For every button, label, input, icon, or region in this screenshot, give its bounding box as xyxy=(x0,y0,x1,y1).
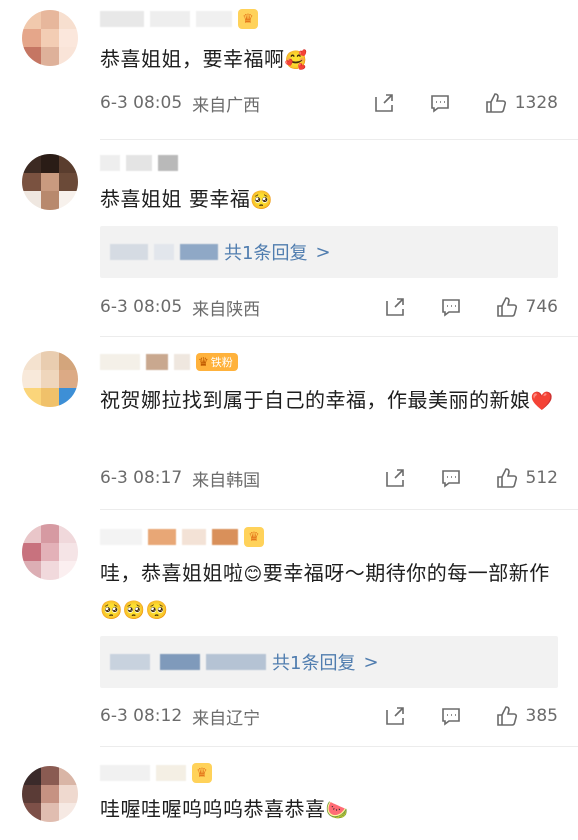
username[interactable]: ♛ xyxy=(100,526,264,548)
username-blurred xyxy=(156,765,186,781)
avatar[interactable] xyxy=(22,154,78,210)
username-blurred xyxy=(100,765,150,781)
comment-button[interactable] xyxy=(440,467,462,489)
comment-meta: 6-3 08:05 来自陕西 746 xyxy=(100,294,558,320)
crown-icon: ♛ xyxy=(192,763,212,783)
username-blurred xyxy=(150,11,190,27)
comment-location: 来自陕西 xyxy=(192,299,261,320)
comment-location: 来自韩国 xyxy=(192,470,261,491)
comment-date: 6-3 08:17 xyxy=(100,468,183,488)
comment-location: 来自辽宁 xyxy=(192,708,261,729)
share-button[interactable] xyxy=(384,705,406,727)
avatar[interactable] xyxy=(22,351,78,407)
username-blurred xyxy=(174,354,190,370)
share-icon xyxy=(385,707,404,725)
share-button[interactable] xyxy=(384,296,406,318)
avatar[interactable] xyxy=(22,766,78,822)
comment-icon xyxy=(430,95,449,113)
like-button[interactable]: 512 xyxy=(496,467,558,489)
comment-date: 6-3 08:05 xyxy=(100,297,183,317)
username-blurred xyxy=(212,529,238,545)
replier-blurred xyxy=(206,654,266,670)
like-count: 746 xyxy=(525,297,558,317)
fan-badge[interactable]: ♛ 铁粉 xyxy=(196,353,238,371)
username[interactable]: ♛ xyxy=(100,8,258,30)
username-blurred xyxy=(100,354,140,370)
like-count: 512 xyxy=(525,468,558,488)
username-blurred xyxy=(158,155,178,171)
comment-location: 来自广西 xyxy=(192,95,261,116)
smile-emoji: 😊 xyxy=(243,564,263,585)
like-button[interactable]: 1328 xyxy=(485,92,558,114)
comment-text: 恭喜姐姐，要幸福啊🥰 xyxy=(100,42,556,78)
username-blurred xyxy=(146,354,168,370)
thumbs-up-icon xyxy=(496,468,517,488)
comment-text: 祝贺娜拉找到属于自己的幸福，作最美丽的新娘❤️ xyxy=(100,383,556,419)
reply-preview[interactable]: 共1条回复 > xyxy=(100,226,558,278)
like-count: 1328 xyxy=(514,93,558,113)
username[interactable]: ♛ xyxy=(100,762,212,784)
reply-count-link[interactable]: 共1条回复 xyxy=(272,649,355,675)
replier-blurred xyxy=(110,654,150,670)
username[interactable] xyxy=(100,152,178,174)
thumbs-up-icon xyxy=(496,706,517,726)
thumbs-up-icon xyxy=(496,297,517,317)
heart-emoji: ❤️ xyxy=(530,391,554,412)
comment-text: 恭喜姐姐 要幸福🥺 xyxy=(100,182,556,218)
comment-meta: 6-3 08:12 来自辽宁 385 xyxy=(100,703,558,729)
username-blurred xyxy=(100,529,142,545)
emoji: 🥺🥺🥺 xyxy=(100,600,169,621)
username-blurred xyxy=(126,155,152,171)
chevron-right-icon: > xyxy=(363,651,379,673)
comment-icon xyxy=(441,708,460,726)
crown-icon: ♛ xyxy=(238,9,258,29)
comment-text: 哇，恭喜姐姐啦😊要幸福呀～期待你的每一部新作🥺🥺🥺 xyxy=(100,556,556,628)
crown-icon: ♛ xyxy=(198,355,209,369)
comment-text: 哇喔哇喔呜呜呜恭喜恭喜🍉 xyxy=(100,792,556,828)
share-icon xyxy=(385,298,404,316)
reply-preview[interactable]: 共1条回复 > xyxy=(100,636,558,688)
divider xyxy=(100,336,578,337)
avatar[interactable] xyxy=(22,524,78,580)
thumbs-up-icon xyxy=(485,93,506,113)
divider xyxy=(100,509,578,510)
username-blurred xyxy=(148,529,176,545)
comment-button[interactable] xyxy=(429,92,451,114)
comment-date: 6-3 08:12 xyxy=(100,706,183,726)
replier-blurred xyxy=(180,244,218,260)
crown-icon: ♛ xyxy=(244,527,264,547)
emoji: 🥰 xyxy=(284,50,308,71)
like-count: 385 xyxy=(525,706,558,726)
comment-button[interactable] xyxy=(440,296,462,318)
replier-blurred xyxy=(154,244,174,260)
fan-badge-label: 铁粉 xyxy=(210,356,233,369)
username[interactable]: ♛ 铁粉 xyxy=(100,351,238,373)
divider xyxy=(100,139,578,140)
username-blurred xyxy=(182,529,206,545)
comment-icon xyxy=(441,299,460,317)
comment-meta: 6-3 08:17 来自韩国 512 xyxy=(100,465,558,491)
comment-icon xyxy=(441,470,460,488)
username-blurred xyxy=(100,155,120,171)
avatar[interactable] xyxy=(22,10,78,66)
replier-blurred xyxy=(110,244,148,260)
like-button[interactable]: 746 xyxy=(496,296,558,318)
replier-blurred xyxy=(160,654,200,670)
share-icon xyxy=(385,469,404,487)
share-button[interactable] xyxy=(373,92,395,114)
watermelon-emoji: 🍉 xyxy=(325,800,349,821)
divider xyxy=(100,746,578,747)
comment-meta: 6-3 08:05 来自广西 1328 xyxy=(100,90,558,116)
comment-date: 6-3 08:05 xyxy=(100,93,183,113)
share-button[interactable] xyxy=(384,467,406,489)
share-icon xyxy=(374,94,393,112)
emoji: 🥺 xyxy=(250,190,274,211)
chevron-right-icon: > xyxy=(315,241,331,263)
reply-count-link[interactable]: 共1条回复 xyxy=(224,239,307,265)
like-button[interactable]: 385 xyxy=(496,705,558,727)
comment-button[interactable] xyxy=(440,705,462,727)
username-blurred xyxy=(196,11,232,27)
username-blurred xyxy=(100,11,144,27)
